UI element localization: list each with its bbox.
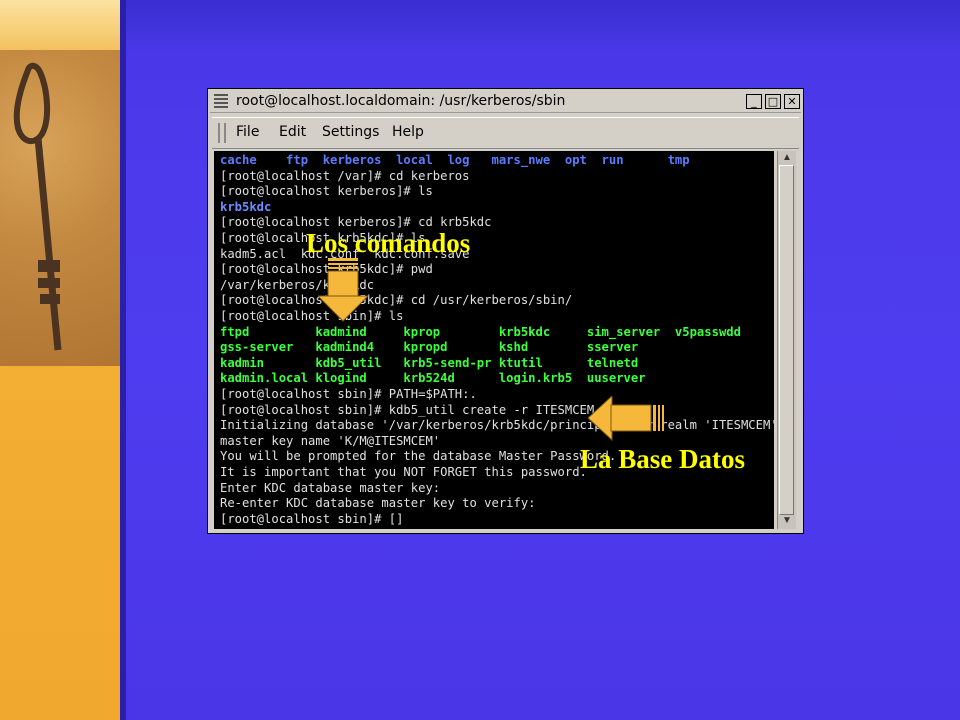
menu-bar: File Edit Settings Help [212, 117, 799, 149]
terminal-line: kadmin.local klogind krb524d login.krb5 … [220, 371, 646, 386]
terminal-line: [root@localhost /var]# cd kerberos [220, 168, 470, 183]
menu-file[interactable]: File [236, 124, 259, 140]
terminal-line: cache ftp kerberos local log mars_nwe op… [220, 153, 690, 167]
terminal-line: kadmin kdb5_util krb5-send-pr ktutil tel… [220, 355, 639, 370]
terminal-line: [root@localhost sbin]# ls [220, 309, 404, 323]
window-menu-icon[interactable] [214, 94, 228, 108]
terminal-line: [root@localhost krb5kdc]# cd /usr/kerber… [220, 293, 573, 308]
scrollbar-thumb[interactable] [779, 165, 794, 515]
menu-settings[interactable]: Settings [322, 124, 379, 140]
terminal-line: Re-enter KDC database master key to veri… [220, 496, 536, 511]
menu-edit[interactable]: Edit [279, 124, 306, 140]
minimize-button[interactable]: _ [746, 94, 762, 109]
terminal-line: [root@localhost kerberos]# ls [220, 184, 433, 199]
title-bar[interactable]: root@localhost.localdomain: /usr/kerbero… [210, 91, 801, 113]
terminal-scrollbar[interactable]: ▲ ▼ [777, 151, 796, 529]
close-button[interactable]: ✕ [784, 94, 800, 109]
menubar-grip-icon[interactable] [218, 123, 226, 143]
terminal-line: [root@localhost sbin]# PATH=$PATH:. [220, 387, 477, 401]
terminal-line: [root@localhost sbin]# kdb5_util create … [220, 402, 617, 417]
decorative-left-top [0, 0, 120, 50]
database-annotation: La Base Datos [580, 444, 746, 474]
terminal-line: Initializing database '/var/kerberos/krb… [220, 418, 774, 433]
scroll-up-icon[interactable]: ▲ [780, 152, 794, 164]
terminal-line: You will be prompted for the database Ma… [220, 449, 617, 464]
left-arrow-icon [588, 396, 664, 442]
maximize-button[interactable]: □ [765, 94, 781, 109]
window-title: root@localhost.localdomain: /usr/kerbero… [236, 93, 566, 109]
terminal-line: master key name 'K/M@ITESMCEM' [220, 433, 441, 448]
terminal-line: krb5kdc [220, 199, 272, 214]
menu-help[interactable]: Help [392, 124, 424, 140]
terminal-line: gss-server kadmind4 kpropd kshd sserver [220, 340, 639, 355]
terminal-line: It is important that you NOT FORGET this… [220, 465, 587, 479]
terminal-prompt-line: [root@localhost sbin]# [] [220, 511, 404, 526]
scroll-down-icon[interactable]: ▼ [780, 515, 794, 527]
terminal-line: ftpd kadmind kprop krb5kdc sim_server v5… [220, 324, 741, 339]
slide-divider [120, 0, 126, 720]
commands-annotation: Los comandos [306, 228, 471, 258]
key-image [0, 50, 120, 366]
down-arrow-icon [318, 258, 370, 322]
terminal-line: Enter KDC database master key: [220, 480, 441, 495]
old-key-icon [13, 62, 62, 351]
